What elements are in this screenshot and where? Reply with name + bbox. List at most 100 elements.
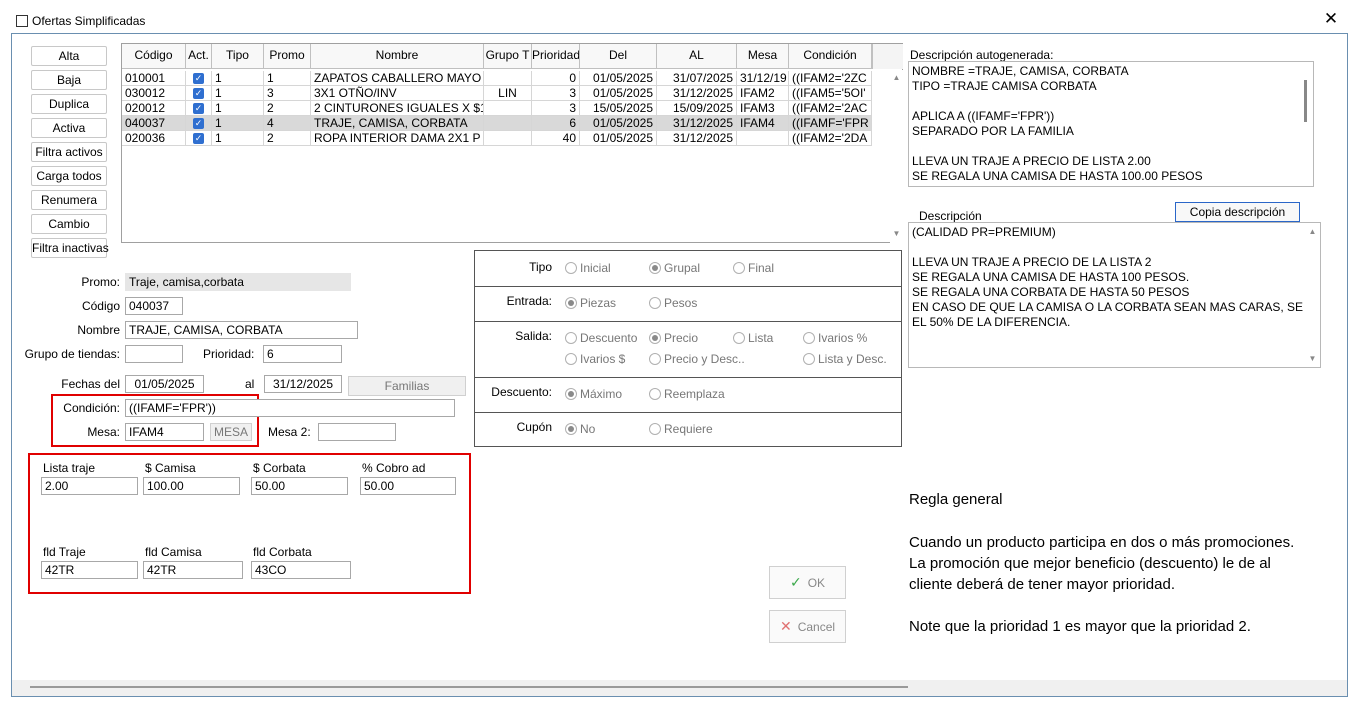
desc-scrollbar[interactable]: ▲ ▼ — [1306, 223, 1320, 367]
radio-icon — [803, 332, 815, 344]
tipo-final-radio[interactable]: Final — [733, 261, 774, 275]
ok-button[interactable]: ✓ OK — [769, 566, 846, 599]
fecha-del-input[interactable]: 01/05/2025 — [125, 375, 204, 393]
col-header-grupo[interactable]: Grupo T — [484, 44, 532, 68]
lista-traje-input[interactable]: 2.00 — [41, 477, 138, 495]
salida-ivarios-pct-radio[interactable]: Ivarios % — [803, 331, 867, 345]
cell-act[interactable]: ✓ — [186, 71, 212, 86]
auto-desc-scrollbar[interactable] — [1299, 62, 1313, 186]
salida-descuento-radio[interactable]: Descuento — [565, 331, 637, 345]
checkbox-checked-icon[interactable]: ✓ — [193, 73, 204, 85]
entrada-piezas-radio[interactable]: Piezas — [565, 296, 616, 310]
table-row[interactable]: 010001 ✓ 1 1 ZAPATOS CABALLERO MAYO 0 01/05/20… — [122, 71, 872, 86]
cupon-requiere-radio[interactable]: Requiere — [649, 422, 713, 436]
salida-ivarios-pesos-radio[interactable]: Ivarios $ — [565, 352, 625, 366]
descuento-maximo-radio[interactable]: Máximo — [565, 387, 622, 401]
checkbox-checked-icon[interactable]: ✓ — [193, 88, 204, 100]
cell-grupo — [484, 131, 532, 146]
renumera-button[interactable]: Renumera — [31, 190, 107, 210]
mesa-button[interactable]: MESA — [210, 423, 252, 441]
grid-vertical-scrollbar[interactable]: ▲ ▼ — [890, 70, 903, 243]
duplica-button[interactable]: Duplica — [31, 94, 107, 114]
descuento-reemplaza-radio[interactable]: Reemplaza — [649, 387, 725, 401]
col-header-nombre[interactable]: Nombre — [311, 44, 484, 68]
prioridad-input[interactable]: 6 — [263, 345, 342, 363]
radio-icon — [565, 262, 577, 274]
table-row[interactable]: 020012 ✓ 1 2 2 CINTURONES IGUALES X $1 3 15/05… — [122, 101, 872, 116]
close-icon[interactable]: ✕ — [1322, 10, 1340, 28]
table-row[interactable]: 030012 ✓ 1 3 3X1 OTÑO/INV LIN 3 01/05/2025 31/12… — [122, 86, 872, 101]
cell-promo: 2 — [264, 101, 311, 116]
cell-al: 31/12/2025 — [657, 116, 737, 131]
scroll-up-icon[interactable]: ▲ — [1306, 226, 1319, 238]
cell-act[interactable]: ✓ — [186, 131, 212, 146]
col-header-del[interactable]: Del — [580, 44, 657, 68]
filtra-inactivas-button[interactable]: Filtra inactivas — [31, 238, 109, 258]
entrada-pesos-radio[interactable]: Pesos — [649, 296, 697, 310]
cupon-no-radio[interactable]: No — [565, 422, 595, 436]
cell-prioridad: 3 — [532, 101, 580, 116]
window-checkbox[interactable] — [16, 15, 28, 27]
offers-grid[interactable]: Código Act. Tipo Promo Nombre Grupo T Pr… — [121, 43, 903, 243]
checkbox-checked-icon[interactable]: ✓ — [193, 133, 204, 145]
carga-todos-button[interactable]: Carga todos — [31, 166, 107, 186]
salida-lista-radio[interactable]: Lista — [733, 331, 773, 345]
table-row[interactable]: 040037 ✓ 1 4 TRAJE, CAMISA, CORBATA 6 01/05/20… — [122, 116, 872, 131]
scroll-up-icon[interactable]: ▲ — [890, 72, 903, 84]
fld-camisa-input[interactable]: 42TR — [143, 561, 243, 579]
filtra-activos-button[interactable]: Filtra activos — [31, 142, 107, 162]
col-header-tipo[interactable]: Tipo — [212, 44, 264, 68]
scroll-down-icon[interactable]: ▼ — [890, 228, 903, 240]
cell-act[interactable]: ✓ — [186, 86, 212, 101]
horizontal-scroll-thumb[interactable] — [30, 686, 908, 688]
col-header-al[interactable]: AL — [657, 44, 737, 68]
tipo-inicial-radio[interactable]: Inicial — [565, 261, 611, 275]
table-row[interactable]: 020036 ✓ 1 2 ROPA INTERIOR DAMA 2X1 P 40 01/05… — [122, 131, 872, 146]
desc-textarea[interactable]: (CALIDAD PR=PREMIUM) LLEVA UN TRAJE A PRE… — [908, 222, 1321, 368]
cell-act[interactable]: ✓ — [186, 101, 212, 116]
salida-precio-radio[interactable]: Precio — [649, 331, 698, 345]
salida-lista-desc-radio[interactable]: Lista y Desc. — [803, 352, 887, 366]
fecha-al-input[interactable]: 31/12/2025 — [264, 375, 342, 393]
condicion-input[interactable]: ((IFAMF='FPR')) — [125, 399, 455, 417]
cell-condicion: ((IFAM2='2AC — [789, 101, 872, 116]
copy-description-button[interactable]: Copia descripción — [1175, 202, 1300, 222]
codigo-input[interactable]: 040037 — [125, 297, 183, 315]
cell-tipo: 1 — [212, 86, 264, 101]
mesa-input[interactable]: IFAM4 — [125, 423, 204, 441]
alta-button[interactable]: Alta — [31, 46, 107, 66]
col-header-codigo[interactable]: Código — [122, 44, 186, 68]
col-header-condicion[interactable]: Condición — [789, 44, 872, 68]
col-header-mesa[interactable]: Mesa — [737, 44, 789, 68]
auto-desc-textarea[interactable]: NOMBRE =TRAJE, CAMISA, CORBATA TIPO =TRAJ… — [908, 61, 1314, 187]
col-header-prioridad[interactable]: Prioridad — [532, 44, 580, 68]
activa-button[interactable]: Activa — [31, 118, 107, 138]
cell-grupo — [484, 101, 532, 116]
tipo-grupal-radio[interactable]: Grupal — [649, 261, 700, 275]
scroll-down-icon[interactable]: ▼ — [1306, 353, 1319, 365]
baja-button[interactable]: Baja — [31, 70, 107, 90]
auto-desc-label: Descripción autogenerada: — [910, 48, 1054, 62]
cell-act[interactable]: ✓ — [186, 116, 212, 131]
scroll-thumb[interactable] — [1304, 80, 1307, 122]
corbata-input[interactable]: 50.00 — [251, 477, 348, 495]
salida-precio-desc-radio[interactable]: Precio y Desc.. — [649, 352, 745, 366]
nombre-input[interactable]: TRAJE, CAMISA, CORBATA — [125, 321, 358, 339]
camisa-input[interactable]: 100.00 — [143, 477, 240, 495]
col-header-act[interactable]: Act. — [186, 44, 212, 68]
grupo-tiendas-input[interactable] — [125, 345, 183, 363]
checkbox-checked-icon[interactable]: ✓ — [193, 118, 204, 130]
fld-traje-input[interactable]: 42TR — [41, 561, 138, 579]
cancel-button[interactable]: ✕ Cancel — [769, 610, 846, 643]
cambio-button[interactable]: Cambio — [31, 214, 107, 234]
text-line: LLEVA UN TRAJE A PRECIO DE LA LISTA 2 — [912, 255, 1152, 269]
col-header-promo[interactable]: Promo — [264, 44, 311, 68]
horizontal-scrollbar[interactable] — [12, 680, 1347, 696]
checkbox-checked-icon[interactable]: ✓ — [193, 103, 204, 115]
fld-corbata-input[interactable]: 43CO — [251, 561, 351, 579]
cell-condicion: ((IFAM5='5OI' — [789, 86, 872, 101]
familias-button[interactable]: Familias — [348, 376, 466, 396]
cobro-input[interactable]: 50.00 — [360, 477, 456, 495]
mesa2-input[interactable] — [318, 423, 396, 441]
cell-mesa: IFAM2 — [737, 86, 789, 101]
